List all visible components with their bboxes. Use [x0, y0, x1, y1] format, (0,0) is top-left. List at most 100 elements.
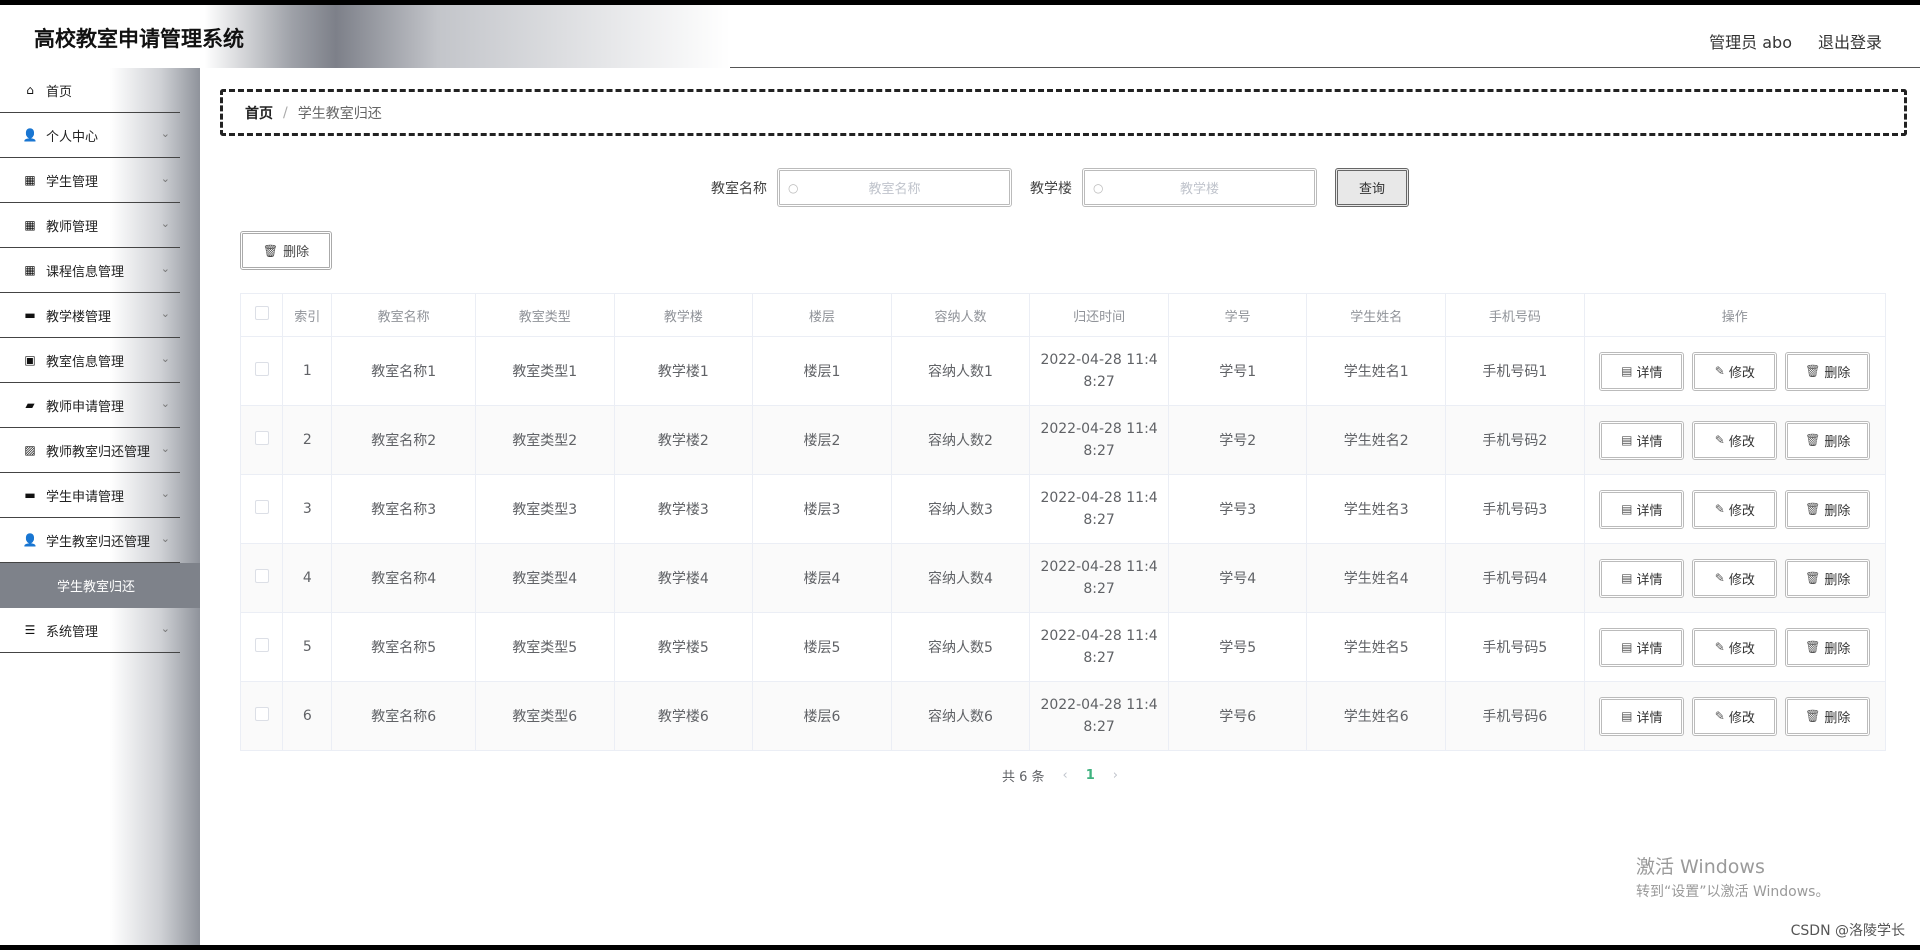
breadcrumb-separator: /: [283, 104, 288, 121]
table-cell: 学号4: [1167, 543, 1308, 613]
row-checkbox[interactable]: [254, 569, 269, 583]
delete-button[interactable]: 🗑 删除: [1785, 627, 1871, 667]
classroom-name-input[interactable]: ○ 教室名称: [777, 168, 1012, 207]
detail-button[interactable]: ▤ 详情: [1599, 558, 1685, 598]
table-cell: 教学楼2: [613, 405, 754, 475]
next-page-icon[interactable]: ›: [1113, 768, 1118, 783]
sidebar-item[interactable]: ▬ 教学楼管理 ⌄: [0, 293, 180, 338]
table-cell: 学生姓名4: [1306, 543, 1447, 613]
delete-button-label: 删除: [1824, 434, 1851, 450]
table-row: 2 教室名称2 教室类型2 教学楼2 楼层2 容纳人数2 2022-04-28 11:48:…: [239, 405, 1887, 475]
column-header: 学号: [1167, 293, 1308, 337]
detail-button-label: 详情: [1636, 365, 1663, 381]
column-header: 教室名称: [331, 293, 476, 337]
edit-button[interactable]: ✎ 修改: [1692, 627, 1778, 667]
column-header: 楼层: [752, 293, 892, 337]
sidebar-item[interactable]: ▬ 学生申请管理 ⌄: [0, 473, 180, 518]
row-select-cell: [239, 681, 284, 751]
row-checkbox[interactable]: [254, 638, 269, 652]
row-checkbox[interactable]: [254, 431, 269, 445]
detail-button[interactable]: ▤ 详情: [1599, 696, 1685, 736]
sidebar-item[interactable]: 👤 学生教室归还管理 ⌄: [0, 518, 180, 563]
query-button[interactable]: 查询: [1335, 168, 1409, 207]
table-cell: 楼层1: [752, 336, 892, 406]
edit-button[interactable]: ✎ 修改: [1692, 420, 1778, 460]
delete-button-label: 删除: [1824, 641, 1851, 657]
current-page[interactable]: 1: [1086, 768, 1095, 783]
table-cell: 1: [282, 336, 333, 406]
sidebar-item[interactable]: ▰ 教师申请管理 ⌄: [0, 383, 180, 428]
row-checkbox[interactable]: [254, 362, 269, 376]
bulk-delete-button[interactable]: 🗑 删除: [240, 231, 332, 270]
table-row: 4 教室名称4 教室类型4 教学楼4 楼层4 容纳人数4 2022-04-28 11:48:…: [239, 543, 1887, 613]
document-icon: ▤: [1621, 433, 1633, 447]
edit-button[interactable]: ✎ 修改: [1692, 489, 1778, 529]
row-actions: ▤ 详情 ✎ 修改 🗑 删除: [1583, 543, 1887, 613]
row-checkbox[interactable]: [254, 707, 269, 721]
sidebar-item[interactable]: 👤 个人中心 ⌄: [0, 113, 180, 158]
delete-button-label: 删除: [1824, 572, 1851, 588]
sidebar-item-label: 教师教室归还管理: [46, 444, 151, 460]
chevron-down-icon: ⌄: [160, 352, 170, 365]
edit-button-label: 修改: [1728, 572, 1755, 588]
delete-button[interactable]: 🗑 删除: [1785, 696, 1871, 736]
sidebar-item[interactable]: ▣ 教室信息管理 ⌄: [0, 338, 180, 383]
sidebar-item-label: 教学楼管理: [46, 309, 112, 325]
sidebar-subitem-active[interactable]: 学生教室归还: [0, 563, 200, 608]
grid-icon: ▦: [24, 218, 36, 232]
detail-button[interactable]: ▤ 详情: [1599, 627, 1685, 667]
breadcrumb: 首页 / 学生教室归还: [220, 89, 1907, 136]
table-cell: 楼层3: [752, 474, 892, 544]
select-all-checkbox[interactable]: [254, 306, 269, 320]
detail-button[interactable]: ▤ 详情: [1599, 489, 1685, 529]
table-cell: 容纳人数4: [890, 543, 1031, 613]
table-cell: 教室名称5: [331, 612, 476, 682]
edit-button[interactable]: ✎ 修改: [1692, 696, 1778, 736]
row-actions: ▤ 详情 ✎ 修改 🗑 删除: [1583, 681, 1887, 751]
sidebar-item[interactable]: ▦ 学生管理 ⌄: [0, 158, 180, 203]
main-content: 首页 / 学生教室归还 教室名称 ○ 教室名称 教学楼 ○ 教学楼 查询 🗑 删…: [200, 68, 1920, 945]
delete-button[interactable]: 🗑 删除: [1785, 489, 1871, 529]
sidebar-item[interactable]: ☰ 系统管理 ⌄: [0, 608, 180, 653]
pencil-icon: ✎: [1714, 709, 1725, 723]
pagination: 共 6 条 ‹ 1 ›: [200, 766, 1920, 785]
sidebar-item[interactable]: ▨ 教师教室归还管理 ⌄: [0, 428, 180, 473]
logout-link[interactable]: 退出登录: [1818, 29, 1882, 53]
table-cell: 学号5: [1167, 612, 1308, 682]
sidebar-item-label: 学生申请管理: [46, 489, 125, 505]
detail-button[interactable]: ▤ 详情: [1599, 420, 1685, 460]
row-select-cell: [239, 543, 284, 613]
building-input[interactable]: ○ 教学楼: [1082, 168, 1317, 207]
clipboard-icon: ▣: [24, 353, 36, 367]
chevron-down-icon: ⌄: [160, 217, 170, 230]
trash-icon: 🗑: [1805, 502, 1821, 516]
table-row: 3 教室名称3 教室类型3 教学楼3 楼层3 容纳人数3 2022-04-28 11:48:…: [239, 474, 1887, 544]
prev-page-icon[interactable]: ‹: [1063, 768, 1068, 783]
delete-button[interactable]: 🗑 删除: [1785, 420, 1871, 460]
table-cell: 教室类型6: [474, 681, 615, 751]
edit-button[interactable]: ✎ 修改: [1692, 351, 1778, 391]
table-cell: 楼层6: [752, 681, 892, 751]
chevron-down-icon: ⌄: [160, 172, 170, 185]
detail-button[interactable]: ▤ 详情: [1599, 351, 1685, 391]
table-cell: 学生姓名2: [1306, 405, 1447, 475]
watermark-line2: 转到“设置”以激活 Windows。: [1636, 884, 1830, 900]
delete-button[interactable]: 🗑 删除: [1785, 558, 1871, 598]
breadcrumb-current: 学生教室归还: [297, 105, 382, 122]
watermark-line1: 激活 Windows: [1636, 856, 1765, 878]
sidebar-item[interactable]: ⌂ 首页: [0, 68, 180, 113]
table-header-row: 索引 教室名称 教室类型 教学楼 楼层 容纳人数 归还时间 学号 学生姓名 手机号码 操作: [239, 293, 1887, 337]
row-checkbox[interactable]: [254, 500, 269, 514]
breadcrumb-home[interactable]: 首页: [245, 103, 273, 123]
trash-icon: 🗑: [1805, 640, 1821, 654]
table-cell: 手机号码4: [1445, 543, 1585, 613]
edit-button[interactable]: ✎ 修改: [1692, 558, 1778, 598]
chevron-down-icon: ⌄: [160, 532, 170, 545]
sidebar-item[interactable]: ▦ 课程信息管理 ⌄: [0, 248, 180, 293]
delete-button[interactable]: 🗑 删除: [1785, 351, 1871, 391]
chart-icon: ▨: [24, 443, 36, 457]
home-icon: ⌂: [26, 83, 34, 97]
table-cell: 楼层2: [752, 405, 892, 475]
sidebar-item[interactable]: ▦ 教师管理 ⌄: [0, 203, 180, 248]
detail-button-label: 详情: [1636, 641, 1663, 657]
